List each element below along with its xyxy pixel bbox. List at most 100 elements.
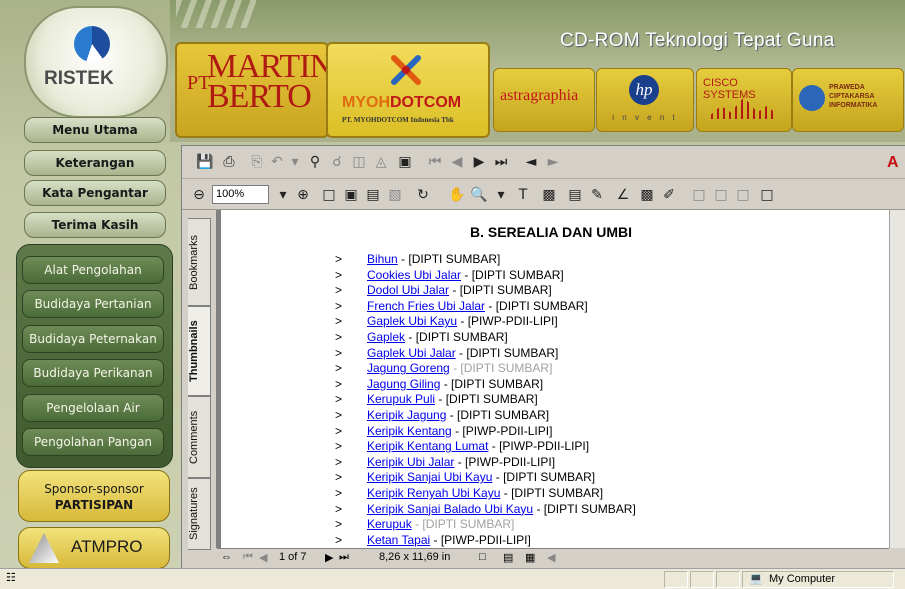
ristek-logo[interactable]: RISTEK (24, 6, 168, 118)
windows-status-bar: ☷ 💻 My Computer (0, 568, 905, 589)
single-page-icon[interactable]: □ (479, 551, 486, 563)
item-link[interactable]: Gaplek (367, 330, 405, 344)
nav-pane-toggle-icon[interactable]: ⇔ (221, 551, 232, 563)
next-page-small-icon[interactable]: ▶ (325, 551, 333, 564)
astra-label: astragraphia (500, 87, 579, 104)
first-page-small-icon[interactable]: ⏮ (243, 551, 253, 564)
zoom-dropdown-icon[interactable]: ▾ (274, 186, 292, 204)
next-page-icon[interactable]: ▶ (470, 153, 488, 171)
text-select-icon[interactable]: T (514, 186, 532, 204)
next-view-icon[interactable]: ► (544, 153, 562, 171)
fit-page-icon[interactable]: ▣ (342, 186, 360, 204)
list-item: > Gaplek Ubi Jalar - [DIPTI SUMBAR] (335, 346, 558, 362)
tab-thumbnails[interactable]: Thumbnails (188, 306, 211, 396)
print-icon[interactable]: ⎙ (220, 153, 238, 171)
nav-keterangan[interactable]: Keterangan (24, 150, 166, 176)
atmpro-button[interactable]: ATMPRO (18, 527, 170, 569)
scroll-left-icon[interactable]: ◀ (547, 551, 555, 564)
fit-width-icon[interactable]: ▤ (364, 186, 382, 204)
zoom-level-input[interactable]: 100% (212, 185, 269, 204)
nav-budidaya-perikanan[interactable]: Budidaya Perikanan (22, 359, 164, 387)
zoom-out-icon[interactable]: ⊖ (190, 186, 208, 204)
item-link[interactable]: Keripik Sanjai Ubi Kayu (367, 470, 492, 484)
list-bullet: > (335, 470, 343, 485)
item-link[interactable]: Gaplek Ubi Jalar (367, 346, 456, 360)
item-link[interactable]: Keripik Ubi Jalar (367, 455, 454, 469)
actual-size-icon[interactable]: □ (320, 186, 338, 204)
rotate-view-icon[interactable]: ↻ (414, 186, 432, 204)
page-arrow-icon[interactable]: ◬ (372, 153, 390, 171)
find-icon[interactable]: ⚲ (306, 153, 324, 171)
page-indicator[interactable]: 1 of 7 (279, 551, 307, 563)
document-view[interactable]: B. SEREALIA DAN UMBI > Bihun - [DIPTI SUM… (217, 210, 889, 548)
note-tool-icon[interactable]: ▤ (566, 186, 584, 204)
tab-signatures[interactable]: Signatures (188, 478, 211, 550)
item-source: - [PIWP-PDII-LIPI] (457, 314, 558, 329)
nav-kata-pengantar[interactable]: Kata Pengantar (24, 180, 166, 206)
item-link[interactable]: Bihun (367, 252, 398, 266)
fit-visible-icon[interactable]: ▧ (386, 186, 404, 204)
nav-pengelolaan-air[interactable]: Pengelolaan Air (22, 394, 164, 422)
read-out-icon[interactable]: ◫ (350, 153, 368, 171)
item-link[interactable]: French Fries Ubi Jalar (367, 299, 485, 313)
item-link[interactable]: Gaplek Ubi Kayu (367, 314, 457, 328)
sign-icon[interactable]: ✐ (660, 186, 678, 204)
undo-icon[interactable]: ↶ (268, 153, 286, 171)
item-link[interactable]: Jagung Giling (367, 377, 440, 391)
facing-icon[interactable]: ▦ (525, 551, 535, 564)
previous-view-icon[interactable]: ◄ (522, 153, 540, 171)
item-link[interactable]: Jagung Goreng (367, 361, 450, 375)
vertical-scrollbar[interactable] (889, 210, 905, 548)
item-link[interactable]: Cookies Ubi Jalar (367, 268, 461, 282)
extra-tool-3-icon[interactable]: □ (734, 186, 752, 204)
zoom-tool-dropdown-icon[interactable]: ▾ (492, 186, 510, 204)
item-link[interactable]: Ketan Tapai (367, 533, 430, 547)
atmpro-label: ATMPRO (71, 537, 143, 556)
list-item: > Keripik Kentang - [PIWP-PDII-LIPI] (335, 424, 552, 440)
search-icon[interactable]: ☌ (328, 153, 346, 171)
navigation-pane-icon[interactable]: ▣ (396, 153, 414, 171)
item-link[interactable]: Keripik Kentang Lumat (367, 439, 488, 453)
zoom-in-icon[interactable]: ⊕ (294, 186, 312, 204)
sponsor-partisipan-button[interactable]: Sponsor-sponsor PARTISIPAN (18, 470, 170, 522)
last-page-icon[interactable]: ⏭ (492, 153, 510, 171)
zoom-tool-icon[interactable]: 🔍 (470, 186, 488, 204)
nav-menu-utama[interactable]: Menu Utama (24, 117, 166, 143)
save-icon[interactable]: 💾 (196, 153, 214, 171)
nav-budidaya-pertanian[interactable]: Budidaya Pertanian (22, 290, 164, 318)
stamp-icon[interactable]: ▩ (638, 186, 656, 204)
hand-tool-icon[interactable]: ✋ (448, 186, 466, 204)
item-link[interactable]: Keripik Renyah Ubi Kayu (367, 486, 500, 500)
extra-tool-2-icon[interactable]: □ (712, 186, 730, 204)
last-page-small-icon[interactable]: ⏭ (339, 551, 349, 564)
nav-pengolahan-pangan[interactable]: Pengolahan Pangan (22, 428, 164, 456)
pencil-icon[interactable]: ✎ (588, 186, 606, 204)
tab-comments[interactable]: Comments (188, 396, 211, 478)
extra-tool-1-icon[interactable]: □ (690, 186, 708, 204)
highlight-icon[interactable]: ∠ (614, 186, 632, 204)
continuous-icon[interactable]: ▤ (503, 551, 513, 564)
list-bullet: > (335, 501, 343, 516)
first-page-icon[interactable]: ⏮ (426, 153, 444, 171)
item-link[interactable]: Kerupuk Puli (367, 392, 435, 406)
list-bullet: > (335, 454, 343, 469)
nav-budidaya-peternakan[interactable]: Budidaya Peternakan (22, 325, 164, 353)
item-link[interactable]: Keripik Sanjai Balado Ubi Kayu (367, 502, 533, 516)
list-bullet: > (335, 283, 343, 298)
undo-dropdown-icon[interactable]: ▾ (286, 153, 304, 171)
prev-page-small-icon[interactable]: ◀ (259, 551, 267, 564)
copy-icon[interactable]: ⎘ (248, 153, 266, 171)
tab-bookmarks[interactable]: Bookmarks (188, 218, 211, 306)
snapshot-icon[interactable]: ▩ (540, 186, 558, 204)
nav-alat-pengolahan[interactable]: Alat Pengolahan (22, 256, 164, 284)
item-link[interactable]: Kerupuk (367, 517, 412, 531)
item-link[interactable]: Keripik Jagung (367, 408, 446, 422)
item-source: - [DIPTI SUMBAR] (500, 486, 604, 500)
list-bullet: > (335, 314, 343, 329)
nav-terima-kasih[interactable]: Terima Kasih (24, 212, 166, 238)
list-item: > Dodol Ubi Jalar - [DIPTI SUMBAR] (335, 283, 552, 299)
item-link[interactable]: Dodol Ubi Jalar (367, 283, 449, 297)
previous-page-icon[interactable]: ◀ (448, 153, 466, 171)
extra-tool-4-icon[interactable]: □ (758, 186, 776, 204)
item-link[interactable]: Keripik Kentang (367, 424, 452, 438)
